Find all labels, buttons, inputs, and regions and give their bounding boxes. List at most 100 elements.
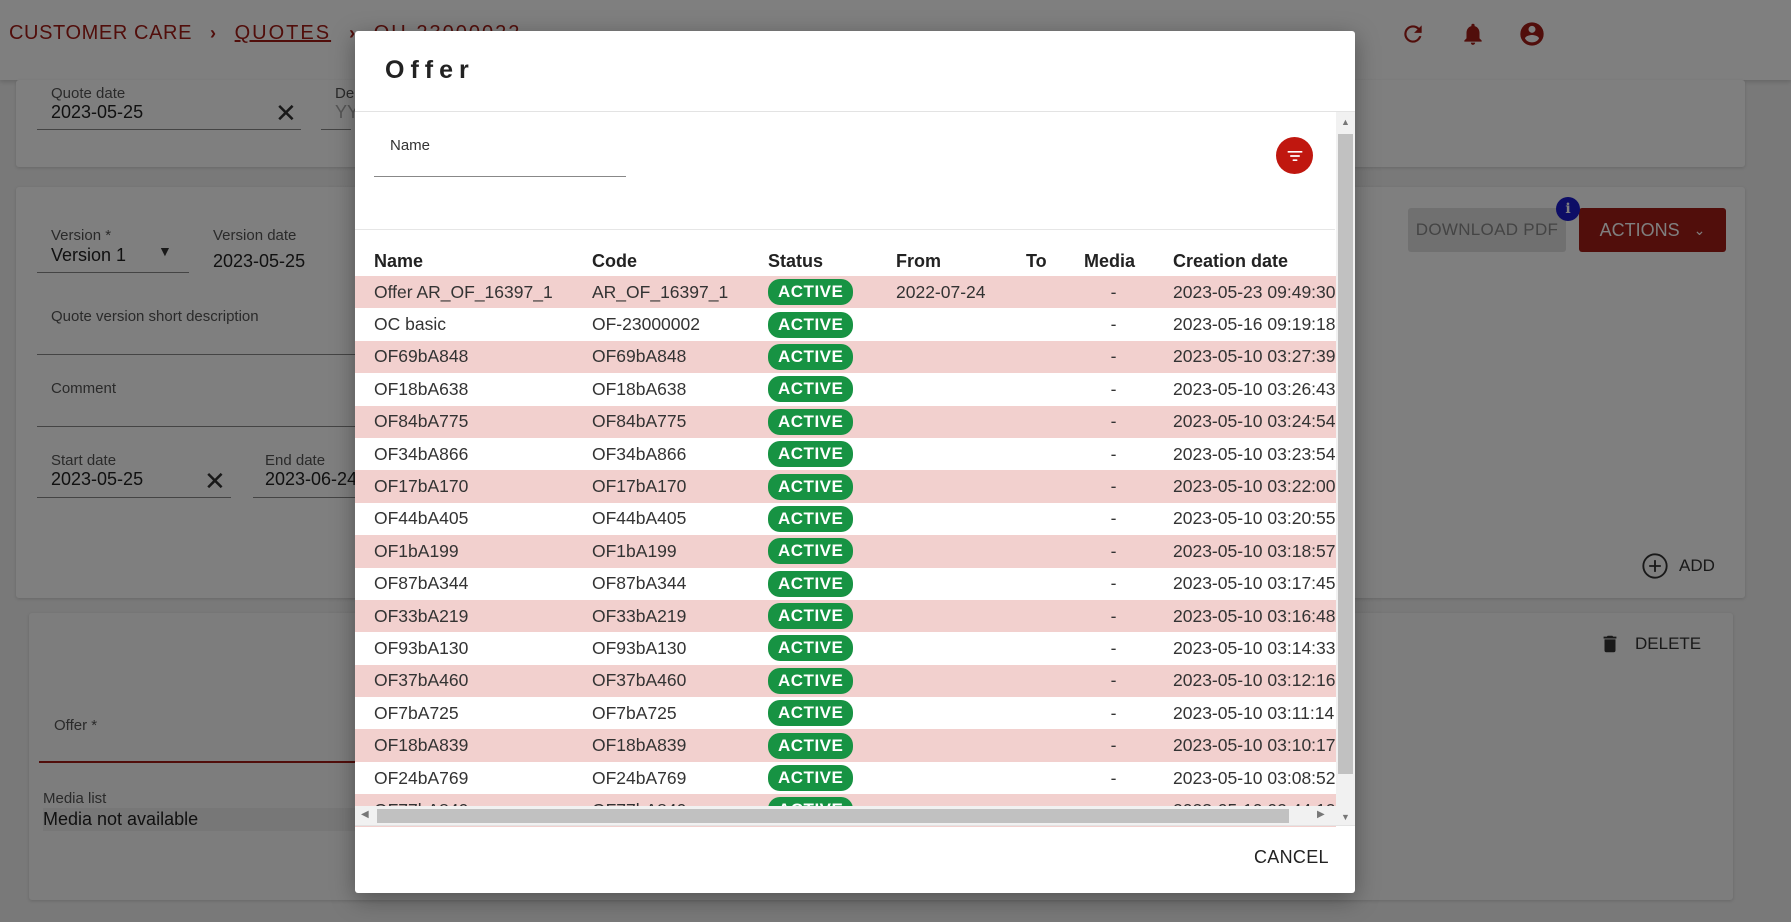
- column-header-from[interactable]: From: [896, 246, 1026, 276]
- cell-code: OF93bA130: [592, 637, 687, 658]
- status-badge: ACTIVE: [768, 603, 854, 630]
- column-header-creation-date[interactable]: Creation date: [1173, 246, 1336, 276]
- cell-name: OF69bA848: [355, 340, 592, 374]
- cancel-button[interactable]: CANCEL: [1254, 847, 1329, 868]
- cell-code: OF7bA725: [592, 702, 677, 723]
- cell-created: 2023-05-10 03:18:57: [1173, 535, 1336, 568]
- table-row[interactable]: OF18bA638 OF18bA638 ACTIVE - 2023-05-10 03:2…: [355, 373, 1336, 405]
- cell-status: ACTIVE: [768, 373, 896, 405]
- status-badge: ACTIVE: [768, 538, 854, 565]
- cell-media: -: [1110, 508, 1117, 529]
- status-badge: ACTIVE: [768, 570, 854, 597]
- cell-name: OF33bA219: [355, 599, 592, 633]
- cell-name: OF34bA866: [374, 443, 469, 464]
- cell-to: [1026, 373, 1084, 405]
- cell-from: [896, 503, 1026, 535]
- cell-name: OF24bA769: [374, 767, 469, 788]
- cell-from: [896, 697, 1026, 729]
- name-filter-input[interactable]: [374, 152, 626, 177]
- scroll-left-icon[interactable]: ◀: [361, 809, 369, 820]
- cell-from: [896, 762, 1026, 794]
- cell-status: ACTIVE: [768, 697, 896, 729]
- status-badge: ACTIVE: [768, 732, 854, 759]
- cell-media: -: [1084, 599, 1173, 633]
- cell-created: 2023-05-10 03:16:48: [1173, 599, 1336, 633]
- cell-code: OF-23000002: [592, 314, 700, 335]
- cell-media: -: [1110, 378, 1117, 399]
- table-row[interactable]: OF18bA839 OF18bA839 ACTIVE -2023-05-10 03:1…: [355, 729, 1336, 762]
- cell-to: [1026, 599, 1084, 633]
- cell-media: -: [1084, 276, 1173, 309]
- column-header-to[interactable]: To: [1026, 246, 1084, 276]
- status-badge: ACTIVE: [768, 635, 854, 662]
- cell-status: ACTIVE: [768, 308, 896, 340]
- cell-status: ACTIVE: [768, 503, 896, 535]
- filter-button[interactable]: [1276, 137, 1313, 174]
- table-row[interactable]: OF1bA199 OF1bA199 ACTIVE -2023-05-10 03:18:…: [355, 535, 1336, 568]
- cell-media: -: [1110, 443, 1117, 464]
- cell-to: [1026, 405, 1084, 438]
- cell-status: ACTIVE: [768, 568, 896, 600]
- column-header-media[interactable]: Media: [1084, 246, 1173, 276]
- table-row[interactable]: OF69bA848 OF69bA848 ACTIVE -2023-05-10 03:2…: [355, 340, 1336, 374]
- cell-to: [1026, 308, 1084, 340]
- cell-created: 2023-05-10 03:20:55: [1173, 508, 1336, 529]
- status-badge: ACTIVE: [768, 700, 854, 727]
- table-row[interactable]: OF93bA130 OF93bA130 ACTIVE - 2023-05-10 03:1…: [355, 632, 1336, 664]
- scroll-down-icon[interactable]: ▼: [1341, 812, 1350, 822]
- cell-created: 2023-05-10 03:08:52: [1173, 767, 1336, 788]
- cell-from: [896, 340, 1026, 374]
- cell-code: OF18bA638: [592, 378, 687, 399]
- cell-created: 2023-05-10 03:23:54: [1173, 443, 1336, 464]
- scroll-up-icon[interactable]: ▲: [1341, 117, 1350, 127]
- offer-dialog: Offer Name Name Code Status From To Medi…: [355, 31, 1355, 893]
- cell-code: OF69bA848: [592, 340, 768, 374]
- cell-code: OF44bA405: [592, 508, 687, 529]
- status-badge: ACTIVE: [768, 667, 854, 694]
- cell-created: 2023-05-10 03:10:17: [1173, 729, 1336, 762]
- column-header-status[interactable]: Status: [768, 246, 896, 276]
- scroll-right-icon[interactable]: ▶: [1317, 809, 1325, 820]
- table-row[interactable]: OC basic OF-23000002 ACTIVE - 2023-05-16 09:…: [355, 308, 1336, 340]
- cell-created: 2023-05-10 03:27:39: [1173, 340, 1336, 374]
- cell-to: [1026, 470, 1084, 503]
- cell-created: 2023-05-10 03:26:43: [1173, 378, 1336, 399]
- vertical-scroll-thumb[interactable]: [1338, 134, 1353, 774]
- horizontal-scrollbar[interactable]: ◀ ▶: [355, 806, 1336, 825]
- cell-to: [1026, 438, 1084, 470]
- cell-from: [896, 405, 1026, 438]
- cell-name: OF18bA638: [374, 378, 469, 399]
- cell-name: OC basic: [374, 314, 446, 335]
- cell-created: 2023-05-10 03:24:54: [1173, 405, 1336, 438]
- table-row[interactable]: OF34bA866 OF34bA866 ACTIVE - 2023-05-10 03:2…: [355, 438, 1336, 470]
- table-row[interactable]: OF44bA405 OF44bA405 ACTIVE - 2023-05-10 03:2…: [355, 503, 1336, 535]
- cell-code: OF33bA219: [592, 599, 768, 633]
- table-row[interactable]: OF7bA725 OF7bA725 ACTIVE - 2023-05-10 03:11:…: [355, 697, 1336, 729]
- table-row[interactable]: OF24bA769 OF24bA769 ACTIVE - 2023-05-10 03:0…: [355, 762, 1336, 794]
- vertical-scrollbar[interactable]: ▲ ▼: [1336, 112, 1355, 825]
- cell-from: [896, 535, 1026, 568]
- status-badge: ACTIVE: [768, 311, 854, 338]
- column-header-code[interactable]: Code: [592, 246, 768, 276]
- horizontal-scroll-thumb[interactable]: [377, 809, 1289, 823]
- cell-name: OF87bA344: [374, 573, 469, 594]
- cell-code: AR_OF_16397_1: [592, 276, 768, 309]
- cell-from: [896, 308, 1026, 340]
- cell-name: OF1bA199: [355, 535, 592, 568]
- cell-name: OF37bA460: [355, 664, 592, 698]
- cell-created: 2023-05-16 09:19:18: [1173, 314, 1336, 335]
- offer-table: Name Code Status From To Media Creation …: [355, 246, 1336, 827]
- status-badge: ACTIVE: [768, 343, 854, 370]
- table-row[interactable]: Offer AR_OF_16397_1 AR_OF_16397_1 ACTIVE 20…: [355, 276, 1336, 309]
- table-row[interactable]: OF87bA344 OF87bA344 ACTIVE - 2023-05-10 03:1…: [355, 568, 1336, 600]
- table-row[interactable]: OF17bA170 OF17bA170 ACTIVE -2023-05-10 03:2…: [355, 470, 1336, 503]
- cell-to: [1026, 729, 1084, 762]
- table-row[interactable]: OF33bA219 OF33bA219 ACTIVE -2023-05-10 03:1…: [355, 599, 1336, 633]
- table-row[interactable]: OF37bA460 OF37bA460 ACTIVE -2023-05-10 03:1…: [355, 664, 1336, 698]
- table-row[interactable]: OF84bA775 OF84bA775 ACTIVE -2023-05-10 03:2…: [355, 405, 1336, 438]
- cell-from: [896, 568, 1026, 600]
- column-header-name[interactable]: Name: [355, 246, 592, 276]
- cell-to: [1026, 632, 1084, 664]
- status-badge: ACTIVE: [768, 376, 854, 403]
- cell-code: OF37bA460: [592, 664, 768, 698]
